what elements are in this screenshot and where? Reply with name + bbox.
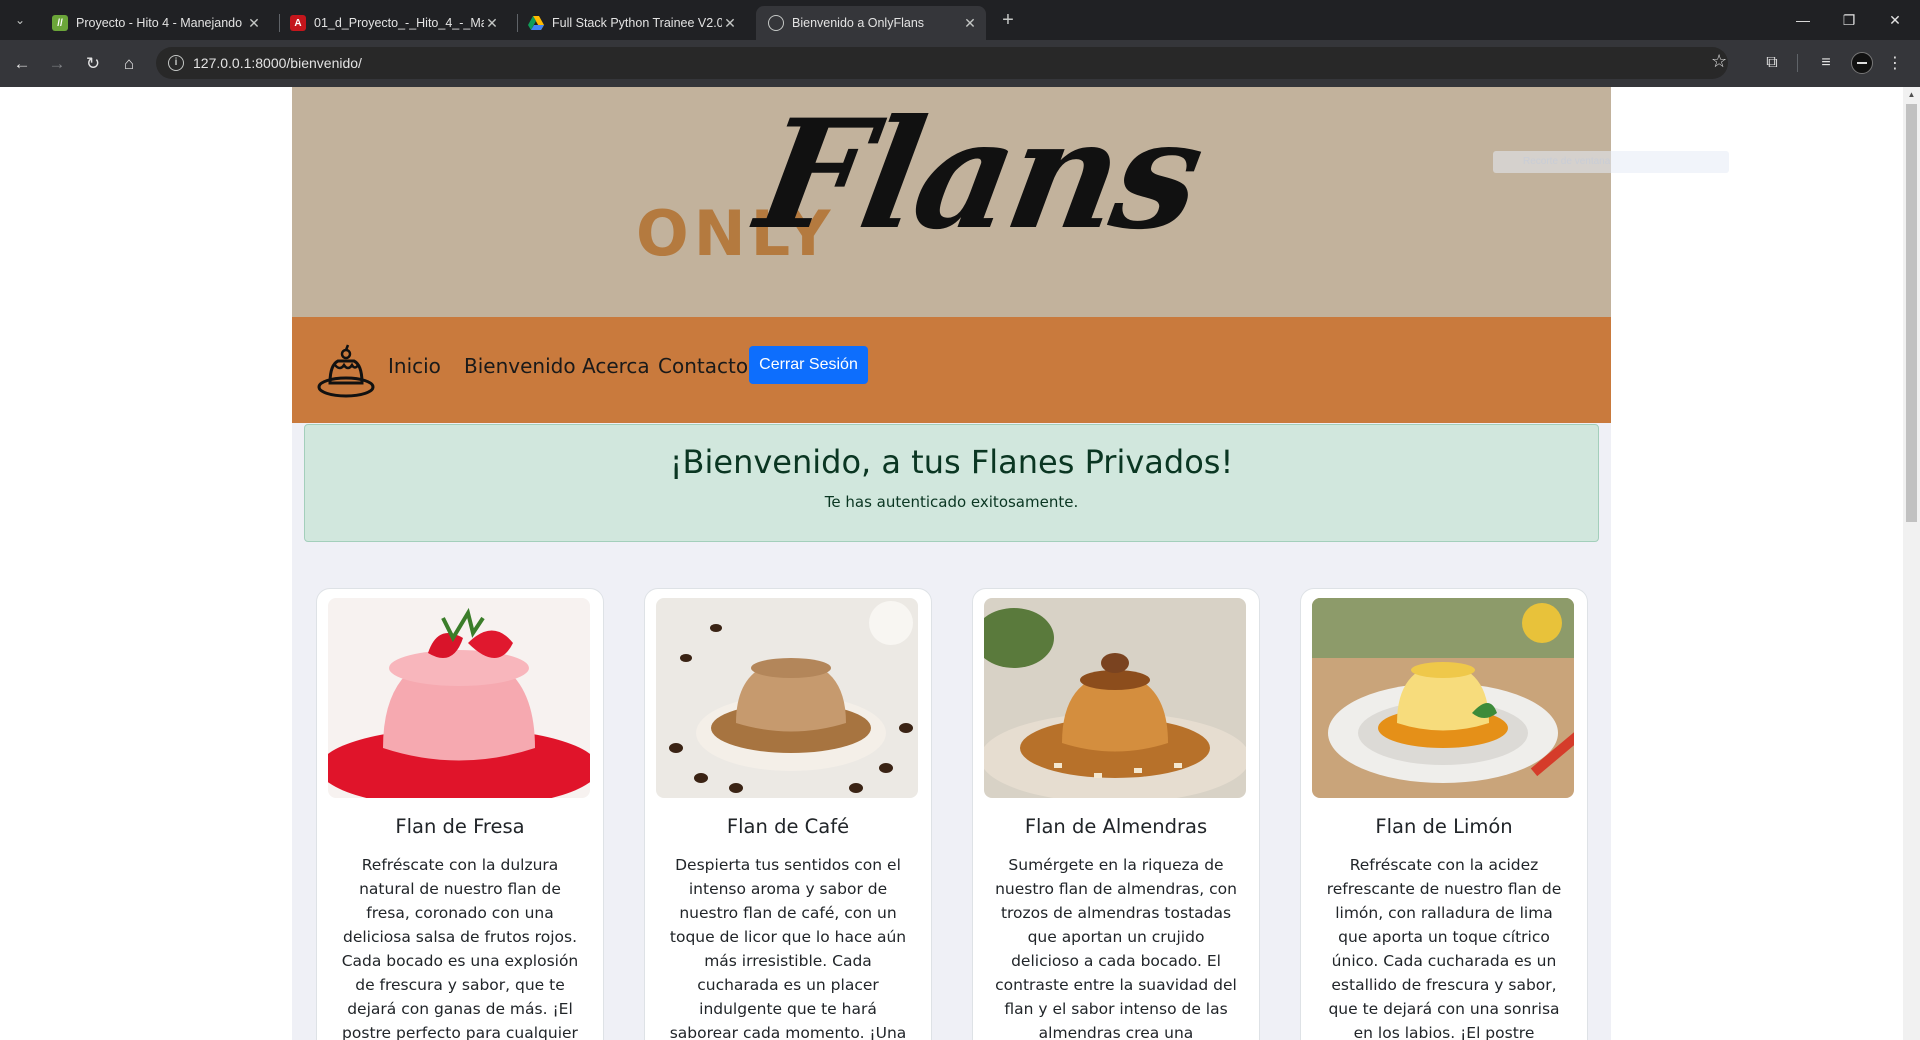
restore-icon[interactable]: ❐ bbox=[1826, 0, 1872, 40]
flan-card-almendras: Flan de Almendras Sumérgete en la riquez… bbox=[972, 588, 1260, 1040]
bookmark-star-icon[interactable]: ☆ bbox=[1711, 51, 1727, 72]
nav-link-inicio[interactable]: Inicio bbox=[388, 354, 441, 378]
tab-proyecto-hito-4[interactable]: // Proyecto - Hito 4 - Manejando ✕ bbox=[40, 6, 270, 40]
card-title: Flan de Café bbox=[726, 815, 850, 838]
address-bar-url[interactable]: 127.0.0.1:8000/bienvenido/ bbox=[193, 55, 362, 71]
media-controls-icon[interactable]: ≡ bbox=[1815, 52, 1837, 74]
new-tab-plus-icon[interactable]: + bbox=[996, 8, 1020, 32]
reload-icon[interactable]: ↻ bbox=[80, 51, 106, 77]
card-text: Sumérgete en la riqueza de nuestro flan … bbox=[995, 856, 1237, 1040]
tab-title: Bienvenido a OnlyFlans bbox=[792, 16, 925, 30]
tab-title: 01_d_Proyecto_-_Hito_4_-_Man bbox=[314, 16, 484, 30]
alert-heading: ¡Bienvenido, a tus Flanes Privados! bbox=[669, 443, 1234, 481]
flan-almendras-image bbox=[984, 598, 1246, 798]
nav-link-acerca[interactable]: Acerca bbox=[582, 354, 650, 378]
tab-close-icon[interactable]: ✕ bbox=[722, 15, 738, 32]
profile-avatar-icon[interactable] bbox=[1851, 52, 1873, 74]
flan-card-cafe: Flan de Café Despierta tus sentidos con … bbox=[644, 588, 932, 1040]
scroll-up-arrow-icon[interactable]: ▲ bbox=[1906, 90, 1917, 100]
card-text: Refréscate con la dulzura natural de nue… bbox=[341, 856, 579, 1040]
tab-strip: ⌄ // Proyecto - Hito 4 - Manejando ✕ A 0… bbox=[0, 0, 1920, 40]
flan-card-limon: Flan de Limón Refréscate con la acidez r… bbox=[1300, 588, 1588, 1040]
header-banner: ONLY Flans bbox=[292, 87, 1611, 317]
extensions-puzzle-icon[interactable]: ⧉ bbox=[1761, 52, 1783, 74]
tab-full-stack-python[interactable]: Full Stack Python Trainee V2.0 ( ✕ bbox=[516, 6, 746, 40]
home-icon[interactable]: ⌂ bbox=[116, 51, 142, 77]
tab-title: Full Stack Python Trainee V2.0 ( bbox=[552, 16, 722, 30]
toolbar-divider bbox=[1797, 54, 1798, 72]
flan-cafe-image bbox=[656, 598, 918, 798]
welcome-alert: ¡Bienvenido, a tus Flanes Privados! Te h… bbox=[304, 424, 1599, 542]
logo-flans-text: Flans bbox=[746, 87, 1212, 263]
address-bar[interactable] bbox=[156, 47, 1728, 79]
tab-close-icon[interactable]: ✕ bbox=[246, 15, 262, 32]
flan-limon-image bbox=[1312, 598, 1574, 798]
back-arrow-icon[interactable]: ← bbox=[9, 51, 35, 77]
tab-close-icon[interactable]: ✕ bbox=[962, 15, 978, 32]
tab-search-icon[interactable]: ⌄ bbox=[8, 8, 32, 32]
flan-card-fresa: Flan de Fresa Refréscate con la dulzura … bbox=[316, 588, 604, 1040]
flan-logo-icon[interactable] bbox=[316, 343, 376, 399]
pdf-favicon-icon: A bbox=[290, 15, 306, 31]
globe-favicon-icon bbox=[768, 15, 784, 31]
minimize-icon[interactable]: — bbox=[1780, 0, 1826, 40]
window-snip-hint: Recorte de ventana bbox=[1493, 151, 1729, 173]
scrollbar-thumb[interactable] bbox=[1906, 104, 1917, 522]
page-container: ONLY Flans Inicio Bienvenido Acerca Cont… bbox=[292, 87, 1611, 1040]
chrome-menu-icon[interactable]: ⋮ bbox=[1884, 52, 1906, 74]
nav-link-contacto[interactable]: Contacto bbox=[658, 354, 748, 378]
replit-favicon-icon: // bbox=[52, 15, 68, 31]
tab-pdf-proyecto[interactable]: A 01_d_Proyecto_-_Hito_4_-_Man ✕ bbox=[278, 6, 508, 40]
card-title: Flan de Limón bbox=[1375, 815, 1513, 838]
forward-arrow-icon[interactable]: → bbox=[44, 51, 70, 77]
flan-fresa-image bbox=[328, 598, 590, 798]
tab-title: Proyecto - Hito 4 - Manejando bbox=[76, 16, 243, 30]
page-viewport: ONLY Flans Inicio Bienvenido Acerca Cont… bbox=[0, 87, 1920, 1040]
alert-text: Te has autenticado exitosamente. bbox=[824, 493, 1079, 511]
nav-link-bienvenido[interactable]: Bienvenido bbox=[464, 354, 576, 378]
card-title: Flan de Almendras bbox=[1024, 815, 1208, 838]
google-drive-favicon-icon bbox=[528, 15, 544, 31]
close-window-icon[interactable]: ✕ bbox=[1872, 0, 1918, 40]
card-title: Flan de Fresa bbox=[395, 815, 525, 838]
logout-button[interactable]: Cerrar Sesión bbox=[749, 346, 868, 384]
tab-bienvenido-onlyflans[interactable]: Bienvenido a OnlyFlans ✕ bbox=[756, 6, 986, 40]
site-info-icon[interactable]: i bbox=[168, 55, 184, 71]
main-navbar: Inicio Bienvenido Acerca Contacto Cerrar… bbox=[292, 317, 1611, 423]
card-text: Despierta tus sentidos con el intenso ar… bbox=[669, 856, 907, 1040]
tab-close-icon[interactable]: ✕ bbox=[484, 15, 500, 32]
card-text: Refréscate con la acidez refrescante de … bbox=[1326, 856, 1562, 1040]
